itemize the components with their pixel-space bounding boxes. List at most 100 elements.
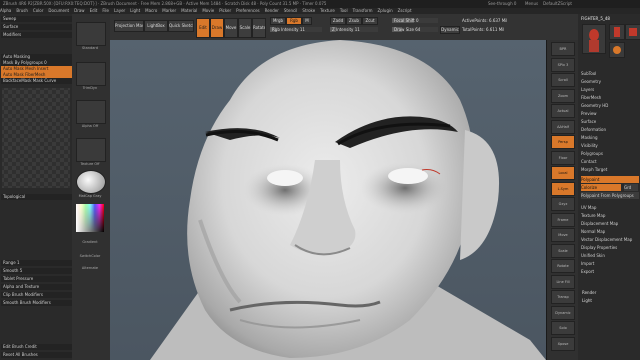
dynamic-button[interactable]: Dynamic: [440, 26, 460, 34]
move-button[interactable]: Move: [224, 18, 238, 38]
palette-item-geometry-hd[interactable]: Geometry HD: [581, 102, 639, 109]
draw-size-slider[interactable]: Draw Size 64: [392, 27, 438, 32]
palette-item-grd[interactable]: Grd: [624, 184, 638, 191]
left-panel-item[interactable]: Smooth 5: [1, 268, 72, 274]
tool-thumb[interactable]: [76, 100, 106, 124]
palette-item-display-properties[interactable]: Display Properties: [581, 244, 639, 251]
viewport-tool-line-fill[interactable]: Line Fill: [551, 274, 575, 289]
palette-item-masking[interactable]: Masking: [581, 134, 639, 141]
palette-item-deformation[interactable]: Deformation: [581, 126, 639, 133]
palette-item-contact[interactable]: Contact: [581, 158, 639, 165]
palette-item-morph-target[interactable]: Morph Target: [581, 166, 639, 173]
palette-item-fibermesh[interactable]: FiberMesh: [581, 94, 639, 101]
rgb-button[interactable]: Rgb: [286, 17, 302, 25]
render-label[interactable]: Render: [582, 290, 596, 295]
left-panel-item[interactable]: Clip Brush Modifiers: [1, 292, 72, 298]
viewport-tool-scale[interactable]: Scale: [551, 243, 575, 258]
zadd-button[interactable]: Zadd: [330, 17, 346, 25]
viewport-tool-gxyz[interactable]: Gxyz: [551, 197, 575, 211]
tool-label[interactable]: TrimDyn: [76, 86, 104, 90]
viewport-tool-solo[interactable]: Solo: [551, 321, 575, 335]
palette-item-preview[interactable]: Preview: [581, 110, 639, 117]
quick-sketch-button[interactable]: Quick Sketch: [168, 20, 194, 32]
default-zscript-button[interactable]: DefaultZScript: [543, 0, 572, 8]
viewport-tool-l-sym[interactable]: L.Sym: [551, 181, 575, 196]
palette-item-unified-skin[interactable]: Unified Skin: [581, 252, 639, 259]
palette-item-geometry[interactable]: Geometry: [581, 78, 639, 85]
rgb-intensity-slider[interactable]: Rgb Intensity 11: [270, 27, 322, 32]
edit-button[interactable]: Edit: [196, 18, 210, 38]
tool-label[interactable]: Standard: [76, 46, 104, 50]
palette-item-polygroups[interactable]: Polygroups: [581, 150, 639, 157]
left-panel-item[interactable]: Reset All Brushes: [1, 352, 72, 358]
tool-label[interactable]: Alpha Off: [76, 124, 104, 128]
simplebrush-thumbnail[interactable]: [609, 42, 625, 58]
m-button[interactable]: M: [302, 17, 312, 25]
left-panel-item[interactable]: Smooth Brush Modifiers: [1, 300, 72, 306]
left-panel-item[interactable]: Range 1: [1, 260, 72, 266]
z-intensity-slider[interactable]: Z Intensity 11: [330, 27, 378, 32]
projection-master-button[interactable]: Projection Master: [114, 20, 144, 32]
viewport-tool-rotate[interactable]: Rotate: [551, 259, 575, 273]
viewport-tool-transp[interactable]: Transp: [551, 290, 575, 304]
tool-thumb[interactable]: [76, 62, 106, 86]
palette-item-normal-map[interactable]: Normal Map: [581, 228, 639, 235]
viewport-tool-aahalf[interactable]: AAHalf: [551, 119, 575, 134]
left-panel-item[interactable]: Tablet Pressure: [1, 276, 72, 282]
menus-toggle[interactable]: Menus: [525, 0, 538, 8]
tool-thumb[interactable]: [76, 22, 106, 46]
lightbox-button[interactable]: LightBox: [144, 20, 168, 32]
palette-item-layers[interactable]: Layers: [581, 86, 639, 93]
viewport-tool-actual[interactable]: Actual: [551, 104, 575, 118]
focal-shift-slider[interactable]: Focal Shift 0: [392, 18, 438, 23]
left-panel-item[interactable]: Surface: [1, 24, 72, 30]
palette-item-surface[interactable]: Surface: [581, 118, 639, 125]
tool-thumbnail[interactable]: [582, 24, 606, 54]
palette-item-uv-map[interactable]: UV Map: [581, 204, 639, 211]
zsub-button[interactable]: Zsub: [346, 17, 362, 25]
viewport-tool-spix-3[interactable]: SPix 3: [551, 57, 575, 72]
viewport-canvas[interactable]: [110, 40, 546, 360]
left-panel-item[interactable]: Edit Brush Credit: [1, 344, 72, 350]
viewport-tool-floor[interactable]: Floor: [551, 150, 575, 165]
zcut-button[interactable]: Zcut: [362, 17, 378, 25]
palette-item-texture-map[interactable]: Texture Map: [581, 212, 639, 219]
scale-button[interactable]: Scale: [238, 18, 252, 38]
mrgb-button[interactable]: Mrgb: [270, 17, 286, 25]
viewport-tool-local[interactable]: Local: [551, 166, 575, 180]
viewport-tool-xpose[interactable]: Xpose: [551, 336, 575, 351]
light-label[interactable]: Light: [582, 298, 592, 303]
tool-label[interactable]: Alternate: [76, 266, 104, 270]
tool-thumb[interactable]: [76, 138, 106, 162]
viewport-tool-dynamic[interactable]: Dynamic: [551, 305, 575, 320]
left-panel-item[interactable]: Sweep: [1, 16, 72, 22]
tool-label[interactable]: SwitchColor: [76, 254, 104, 258]
rotate-button[interactable]: Rotate: [252, 18, 266, 38]
viewport-tool-move[interactable]: Move: [551, 228, 575, 242]
left-panel-item[interactable]: Topological: [1, 194, 72, 200]
palette-item-displacement-map[interactable]: Displacement Map: [581, 220, 639, 227]
palette-item-export[interactable]: Export: [581, 268, 639, 275]
see-through-control[interactable]: See-through 0: [488, 0, 516, 8]
palette-item-visibility[interactable]: Visibility: [581, 142, 639, 149]
viewport-tool-bpr[interactable]: BPR: [551, 42, 575, 56]
viewport-tool-zoom[interactable]: Zoom: [551, 88, 575, 103]
left-panel-item[interactable]: Alpha and Texture: [1, 284, 72, 290]
tool-label[interactable]: Gradient: [76, 240, 104, 244]
palette-item-polypaint-from-polygroups[interactable]: Polypaint From Polygroups: [581, 192, 639, 199]
viewport-tool-frame[interactable]: Frame: [551, 212, 575, 227]
cylinder-thumbnail[interactable]: [609, 24, 625, 40]
color-picker[interactable]: [76, 204, 104, 232]
palette-item-polypaint[interactable]: Polypaint: [581, 176, 639, 183]
tool-label[interactable]: Texture Off: [76, 162, 104, 166]
tool-thumb[interactable]: [76, 170, 106, 194]
tool-label[interactable]: MatCap Gray: [76, 194, 104, 198]
palette-item-vector-displacement-map[interactable]: Vector Displacement Map: [581, 236, 639, 243]
left-panel-item[interactable]: BackfaceMask Mask Curve: [1, 78, 72, 84]
polymesh-thumbnail[interactable]: [625, 24, 640, 40]
viewport-tool-scroll[interactable]: Scroll: [551, 73, 575, 87]
left-panel-item[interactable]: Modifiers: [1, 32, 72, 38]
palette-item-colorize[interactable]: Colorize: [581, 184, 621, 191]
palette-item-subtool[interactable]: SubTool: [581, 70, 639, 77]
palette-item-import[interactable]: Import: [581, 260, 639, 267]
